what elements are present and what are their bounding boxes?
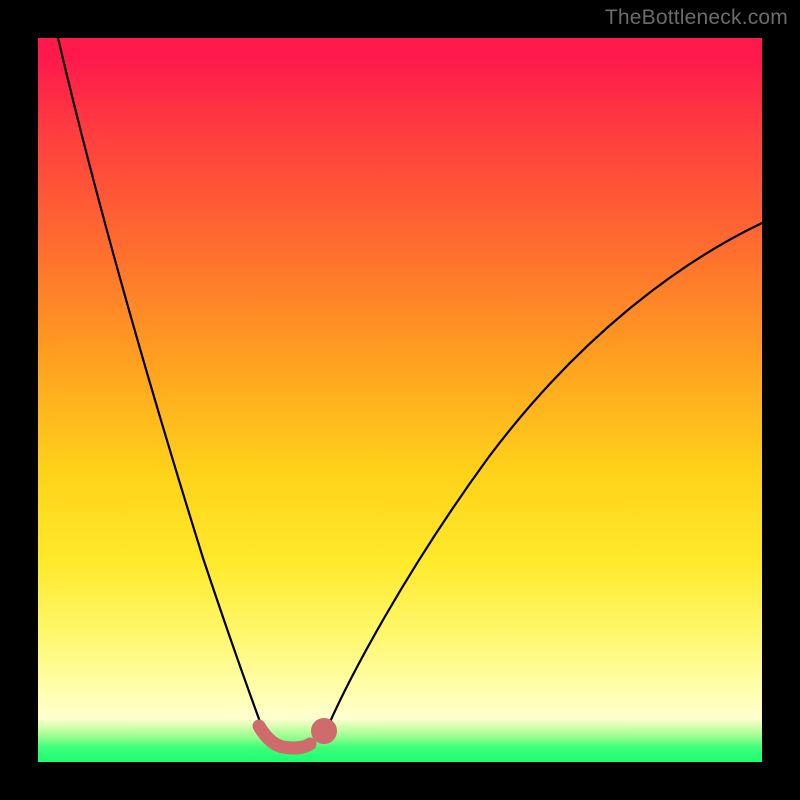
- curve-left: [58, 38, 266, 738]
- valley-marker-dot: [318, 725, 331, 738]
- valley-marker-group: [259, 725, 331, 749]
- valley-marker-path: [259, 726, 310, 748]
- watermark-text: TheBottleneck.com: [605, 6, 788, 30]
- outer-frame: TheBottleneck.com: [0, 0, 800, 800]
- curve-right: [323, 223, 762, 738]
- chart-plot-area: [38, 38, 762, 762]
- chart-curves-svg: [38, 38, 762, 762]
